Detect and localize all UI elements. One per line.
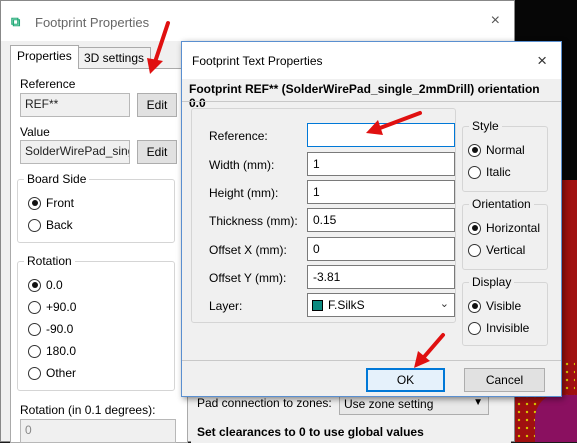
- reference-edit-button[interactable]: Edit: [137, 93, 177, 117]
- chevron-down-icon: ▼: [473, 397, 483, 408]
- radio-vertical-label: Vertical: [486, 243, 526, 257]
- width-input[interactable]: 1: [307, 152, 455, 176]
- display-group: Display Visible Invisible: [462, 275, 548, 346]
- radio-visible[interactable]: Visible: [468, 299, 521, 313]
- radio-front-label: Front: [46, 196, 75, 210]
- cancel-button[interactable]: Cancel: [464, 368, 545, 392]
- kicad-app-icon: ⧉: [11, 14, 21, 29]
- layer-color-swatch: [312, 299, 323, 311]
- properties-panel: Reference REF** Edit Value SolderWirePad…: [10, 68, 188, 443]
- radio-rot-0[interactable]: 0.0: [28, 278, 63, 292]
- radio-horizontal[interactable]: Horizontal: [468, 221, 540, 235]
- orientation-title: Orientation: [469, 197, 534, 211]
- style-group: Style Normal Italic: [462, 119, 548, 192]
- close-icon[interactable]: ×: [491, 12, 500, 30]
- reference-label: Reference:: [209, 129, 268, 143]
- button-bar-divider: [182, 360, 561, 361]
- radio-rot-plus90[interactable]: +90.0: [28, 300, 76, 314]
- board-side-title: Board Side: [24, 172, 90, 186]
- radio-invisible-label: Invisible: [486, 321, 530, 335]
- close-icon[interactable]: ×: [537, 51, 547, 71]
- pad-connection-value: Use zone setting: [344, 397, 434, 411]
- radio-italic[interactable]: Italic: [468, 165, 511, 179]
- layer-label: Layer:: [209, 299, 243, 313]
- dialog-titlebar: Footprint Text Properties ×: [182, 42, 561, 79]
- footprint-text-properties-dialog: Footprint Text Properties × Footprint RE…: [181, 41, 562, 397]
- text-fields-group: Reference: Width (mm): 1 Height (mm): 1 …: [191, 108, 456, 323]
- radio-invisible-indicator[interactable]: [468, 321, 481, 335]
- radio-rot-180-label: 180.0: [46, 344, 77, 358]
- ok-button[interactable]: OK: [366, 368, 445, 392]
- local-settings-area: Pad connection to zones: Use zone settin…: [191, 389, 511, 443]
- radio-front[interactable]: Front: [28, 196, 74, 210]
- radio-back-indicator[interactable]: [28, 218, 41, 232]
- radio-rot-180-indicator[interactable]: [28, 344, 41, 358]
- value-edit-button[interactable]: Edit: [137, 140, 177, 164]
- style-title: Style: [469, 119, 502, 133]
- width-label: Width (mm):: [209, 158, 275, 172]
- divider: [182, 101, 561, 102]
- window-title: Footprint Properties: [35, 15, 150, 30]
- pad-shape: [535, 395, 577, 442]
- radio-italic-label: Italic: [486, 165, 511, 179]
- reference-field: REF**: [20, 93, 130, 117]
- radio-rot-other-indicator[interactable]: [28, 366, 41, 380]
- radio-rot-0-indicator[interactable]: [28, 278, 41, 292]
- radio-italic-indicator[interactable]: [468, 165, 481, 179]
- offset-y-input[interactable]: -3.81: [307, 265, 455, 289]
- clearance-note: Set clearances to 0 to use global values: [197, 425, 424, 439]
- height-input[interactable]: 1: [307, 180, 455, 204]
- reference-label: Reference: [20, 77, 76, 91]
- window-titlebar: ⧉ Footprint Properties ×: [1, 1, 514, 41]
- tab-properties[interactable]: Properties: [10, 45, 79, 69]
- orientation-group: Orientation Horizontal Vertical: [462, 197, 548, 270]
- radio-rot-minus90-indicator[interactable]: [28, 322, 41, 336]
- chevron-down-icon: ⌄: [439, 298, 449, 310]
- radio-horizontal-indicator[interactable]: [468, 221, 481, 235]
- radio-rot-other[interactable]: Other: [28, 366, 76, 380]
- radio-rot-0-label: 0.0: [46, 278, 63, 292]
- rotation-degrees-label: Rotation (in 0.1 degrees):: [20, 403, 156, 417]
- offset-x-label: Offset X (mm):: [209, 243, 287, 257]
- layer-select[interactable]: F.SilkS ⌄: [307, 293, 455, 317]
- height-label: Height (mm):: [209, 186, 279, 200]
- radio-visible-label: Visible: [486, 299, 522, 313]
- radio-vertical[interactable]: Vertical: [468, 243, 525, 257]
- radio-rot-minus90[interactable]: -90.0: [28, 322, 73, 336]
- tab-3d-settings[interactable]: 3D settings: [77, 47, 152, 69]
- thickness-input[interactable]: 0.15: [307, 208, 455, 232]
- reference-input[interactable]: [307, 123, 455, 147]
- radio-horizontal-label: Horizontal: [486, 221, 541, 235]
- radio-vertical-indicator[interactable]: [468, 243, 481, 257]
- thickness-label: Thickness (mm):: [209, 214, 298, 228]
- radio-normal[interactable]: Normal: [468, 143, 525, 157]
- radio-rot-180[interactable]: 180.0: [28, 344, 76, 358]
- board-side-group: Board Side Front Back: [17, 172, 175, 243]
- dialog-title: Footprint Text Properties: [192, 54, 323, 68]
- radio-rot-minus90-label: -90.0: [46, 322, 74, 336]
- radio-back[interactable]: Back: [28, 218, 73, 232]
- radio-rot-other-label: Other: [46, 366, 77, 380]
- radio-normal-label: Normal: [486, 143, 525, 157]
- radio-rot-plus90-label: +90.0: [46, 300, 77, 314]
- layer-value: F.SilkS: [328, 298, 365, 312]
- value-field: SolderWirePad_sing: [20, 140, 130, 164]
- radio-rot-plus90-indicator[interactable]: [28, 300, 41, 314]
- dialog-header: Footprint REF** (SolderWirePad_single_2m…: [189, 82, 540, 110]
- offset-x-input[interactable]: 0: [307, 237, 455, 261]
- display-title: Display: [469, 275, 515, 289]
- radio-front-indicator[interactable]: [28, 196, 41, 210]
- rotation-title: Rotation: [24, 254, 75, 268]
- radio-invisible[interactable]: Invisible: [468, 321, 529, 335]
- radio-normal-indicator[interactable]: [468, 143, 481, 157]
- offset-y-label: Offset Y (mm):: [209, 271, 287, 285]
- rotation-degrees-field[interactable]: 0: [20, 419, 176, 443]
- radio-back-label: Back: [46, 218, 73, 232]
- pad-connection-label: Pad connection to zones:: [197, 396, 332, 410]
- radio-visible-indicator[interactable]: [468, 299, 481, 313]
- value-label: Value: [20, 125, 50, 139]
- rotation-group: Rotation 0.0 +90.0 -90.0 180.0 Other: [17, 254, 175, 391]
